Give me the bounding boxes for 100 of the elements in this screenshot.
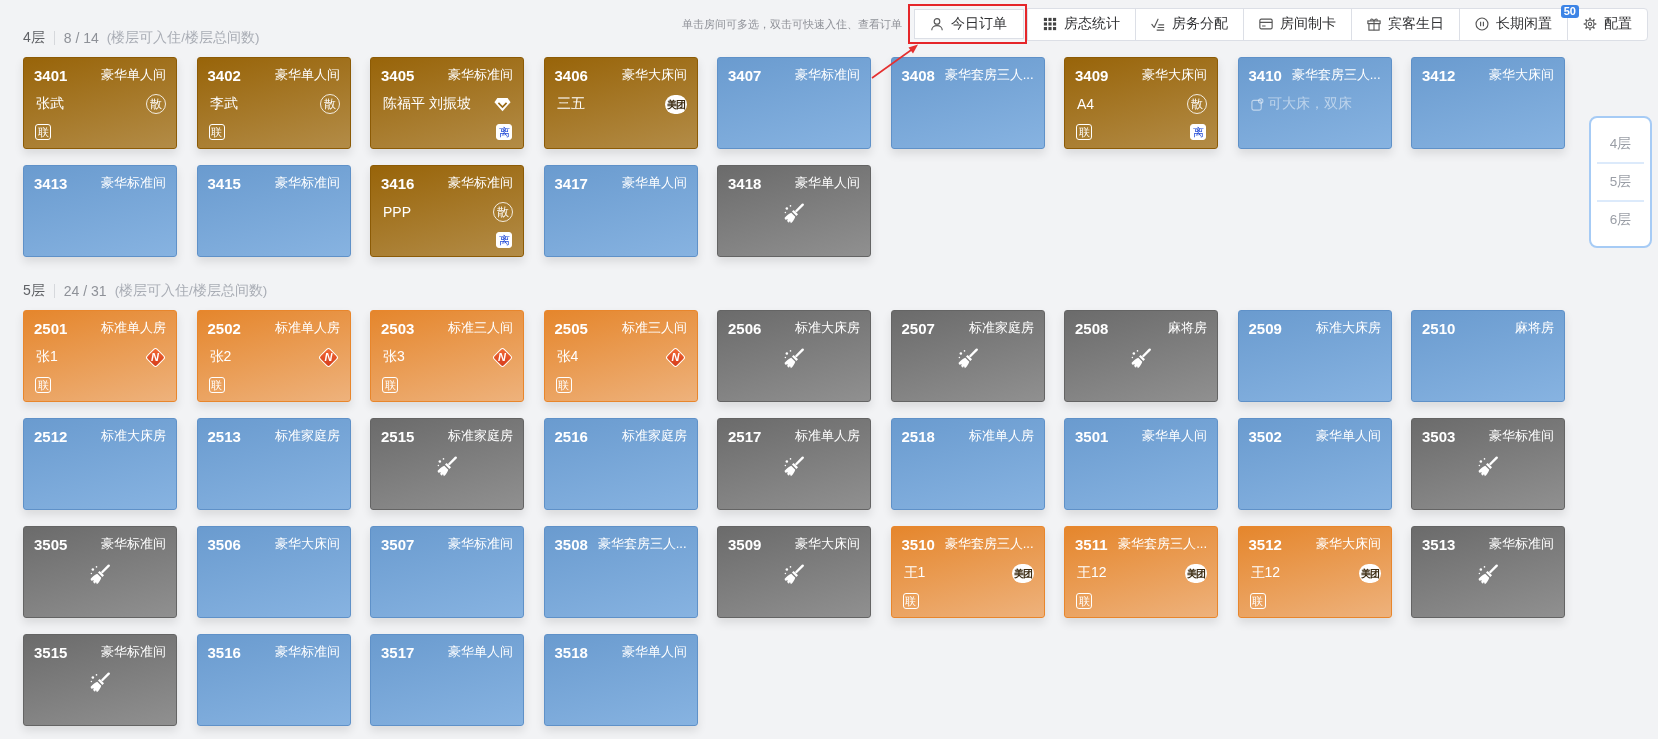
room-card[interactable]: 3501 豪华单人间 [1064,418,1218,510]
room-card[interactable]: 3509 豪华大床间 [717,526,871,618]
room-card[interactable]: 2512 标准大床房 [23,418,177,510]
linked-room-tag: 联 [902,593,919,609]
toolbar-button[interactable]: 宾客生日 [1351,7,1460,41]
guest-name: 陈福平 刘振坡 [383,95,471,113]
room-card[interactable]: 3416 豪华标准间 PPP 散 离 [370,165,524,257]
guest-name: 王12 [1077,564,1107,582]
room-card[interactable]: 3505 豪华标准间 [23,526,177,618]
toolbar-button[interactable]: 房间制卡 [1243,7,1352,41]
room-card[interactable]: 3508 豪华套房三人... [543,526,698,618]
room-card[interactable]: 2503 标准三人间 张3 N 联 [370,310,524,402]
room-number: 3407 [728,66,762,84]
room-card[interactable]: 3408 豪华套房三人... [890,57,1045,149]
guest-name: 三五 [556,95,585,113]
linked-room-tag: 联 [1076,124,1092,140]
linked-room-tag: 联 [35,377,51,393]
room-card[interactable]: 3518 豪华单人间 [543,634,698,726]
room-type: 豪华标准间 [448,174,513,192]
room-card[interactable]: 2509 标准大床房 [1237,310,1392,402]
room-card[interactable]: 2516 标准家庭房 [543,418,698,510]
room-number: 2508 [1075,319,1109,337]
room-number: 3506 [207,535,241,553]
room-number: 2516 [554,427,588,445]
channel-logo: 美团 [664,94,687,114]
room-type: 标准三人间 [448,319,513,337]
room-type: 麻将房 [1168,319,1207,337]
room-card[interactable]: 3506 豪华大床间 [196,526,351,618]
room-card[interactable]: 3513 豪华标准间 [1411,526,1565,618]
room-card[interactable]: 2507 标准家庭房 [890,310,1045,402]
room-number: 2513 [207,427,241,445]
channel-logo: 美团 [1358,563,1381,583]
linked-room-tag: 联 [1076,593,1092,609]
floor-nav-item[interactable]: 4层 [1597,126,1644,162]
room-type: 标准家庭房 [448,427,513,445]
room-card[interactable]: 2518 标准单人房 [890,418,1045,510]
room-card[interactable]: 3510 豪华套房三人... 王1 美团 联 [890,526,1045,618]
room-card[interactable]: 3402 豪华单人间 李武 散 联 [196,57,351,149]
broom-icon [1477,564,1499,586]
room-card[interactable]: 2501 标准单人房 张1 N 联 [23,310,177,402]
room-card[interactable]: 3406 豪华大床间 三五 美团 [543,57,698,149]
broom-icon [89,672,111,694]
channel-logo: 美团 [1185,563,1207,583]
room-number: 3515 [34,643,68,661]
room-card[interactable]: 3511 豪华套房三人... 王12 美团 联 [1064,526,1218,618]
room-type: 豪华标准间 [101,643,166,661]
room-card[interactable]: 2506 标准大床房 [717,310,871,402]
room-card[interactable]: 3415 豪华标准间 [196,165,351,257]
room-card[interactable]: 3517 豪华单人间 [370,634,524,726]
linked-room-tag: 联 [555,377,572,393]
room-number: 3413 [34,174,68,192]
room-card[interactable]: 3413 豪华标准间 [23,165,177,257]
room-number: 3410 [1248,66,1282,84]
room-card[interactable]: 3507 豪华标准间 [370,526,524,618]
room-number: 2510 [1422,319,1456,337]
room-card[interactable]: 3512 豪华大床间 王12 美团 联 [1237,526,1392,618]
room-card[interactable]: 3412 豪华大床间 [1411,57,1565,149]
room-type: 豪华标准间 [795,66,860,84]
room-type: 标准单人房 [968,427,1034,445]
guest-name: 李武 [209,95,238,113]
departure-tag: 离 [496,232,512,248]
room-card[interactable]: 3502 豪华单人间 [1237,418,1392,510]
room-type: 标准大床房 [795,319,860,337]
broom-icon [956,348,979,370]
room-number: 2509 [1248,319,1282,337]
room-number: 3406 [554,66,588,84]
room-card[interactable]: 3401 豪华单人间 张武 散 联 [23,57,177,149]
room-card[interactable]: 2510 麻将房 [1411,310,1565,402]
floor-nav-item[interactable]: 6层 [1597,200,1644,238]
room-card[interactable]: 2508 麻将房 [1064,310,1218,402]
room-type: 豪华大床间 [1142,66,1207,84]
room-card[interactable]: 3409 豪华大床间 A4 散 联 离 [1064,57,1218,149]
room-type: 豪华套房三人... [944,535,1034,553]
toolbar-button[interactable]: 房务分配 [1135,7,1244,41]
toolbar-button[interactable]: 房态统计 [1027,7,1136,41]
linked-room-tag: 联 [208,124,225,140]
room-card[interactable]: 2505 标准三人间 张4 N 联 [543,310,698,402]
floor-count: 24 / 31 [63,283,107,299]
room-card[interactable]: 2517 标准单人房 [717,418,871,510]
room-card[interactable]: 3407 豪华标准间 [717,57,871,149]
floor-nav-item[interactable]: 5层 [1597,162,1644,200]
room-card[interactable]: 2515 标准家庭房 [370,418,524,510]
room-type: 标准单人房 [101,319,166,337]
room-card[interactable]: 2502 标准单人房 张2 N 联 [196,310,351,402]
room-number: 2503 [381,319,415,337]
room-card[interactable]: 2513 标准家庭房 [196,418,351,510]
room-card[interactable]: 3516 豪华标准间 [196,634,351,726]
room-card[interactable]: 3410 豪华套房三人... 可大床，双床 [1237,57,1392,149]
room-card[interactable]: 3418 豪华单人间 [717,165,871,257]
toolbar-button[interactable]: 今日订单 [908,4,1027,44]
room-card[interactable]: 3503 豪华标准间 [1411,418,1565,510]
room-type: 豪华套房三人... [944,66,1034,84]
room-card[interactable]: 3405 豪华标准间 陈福平 刘振坡 离 [370,57,524,149]
room-type: 标准家庭房 [968,319,1034,337]
room-type: 豪华单人间 [274,66,340,84]
room-number: 2517 [728,427,762,445]
room-number: 3516 [207,643,241,661]
room-card[interactable]: 3417 豪华单人间 [543,165,698,257]
broom-icon [783,203,805,225]
room-card[interactable]: 3515 豪华标准间 [23,634,177,726]
